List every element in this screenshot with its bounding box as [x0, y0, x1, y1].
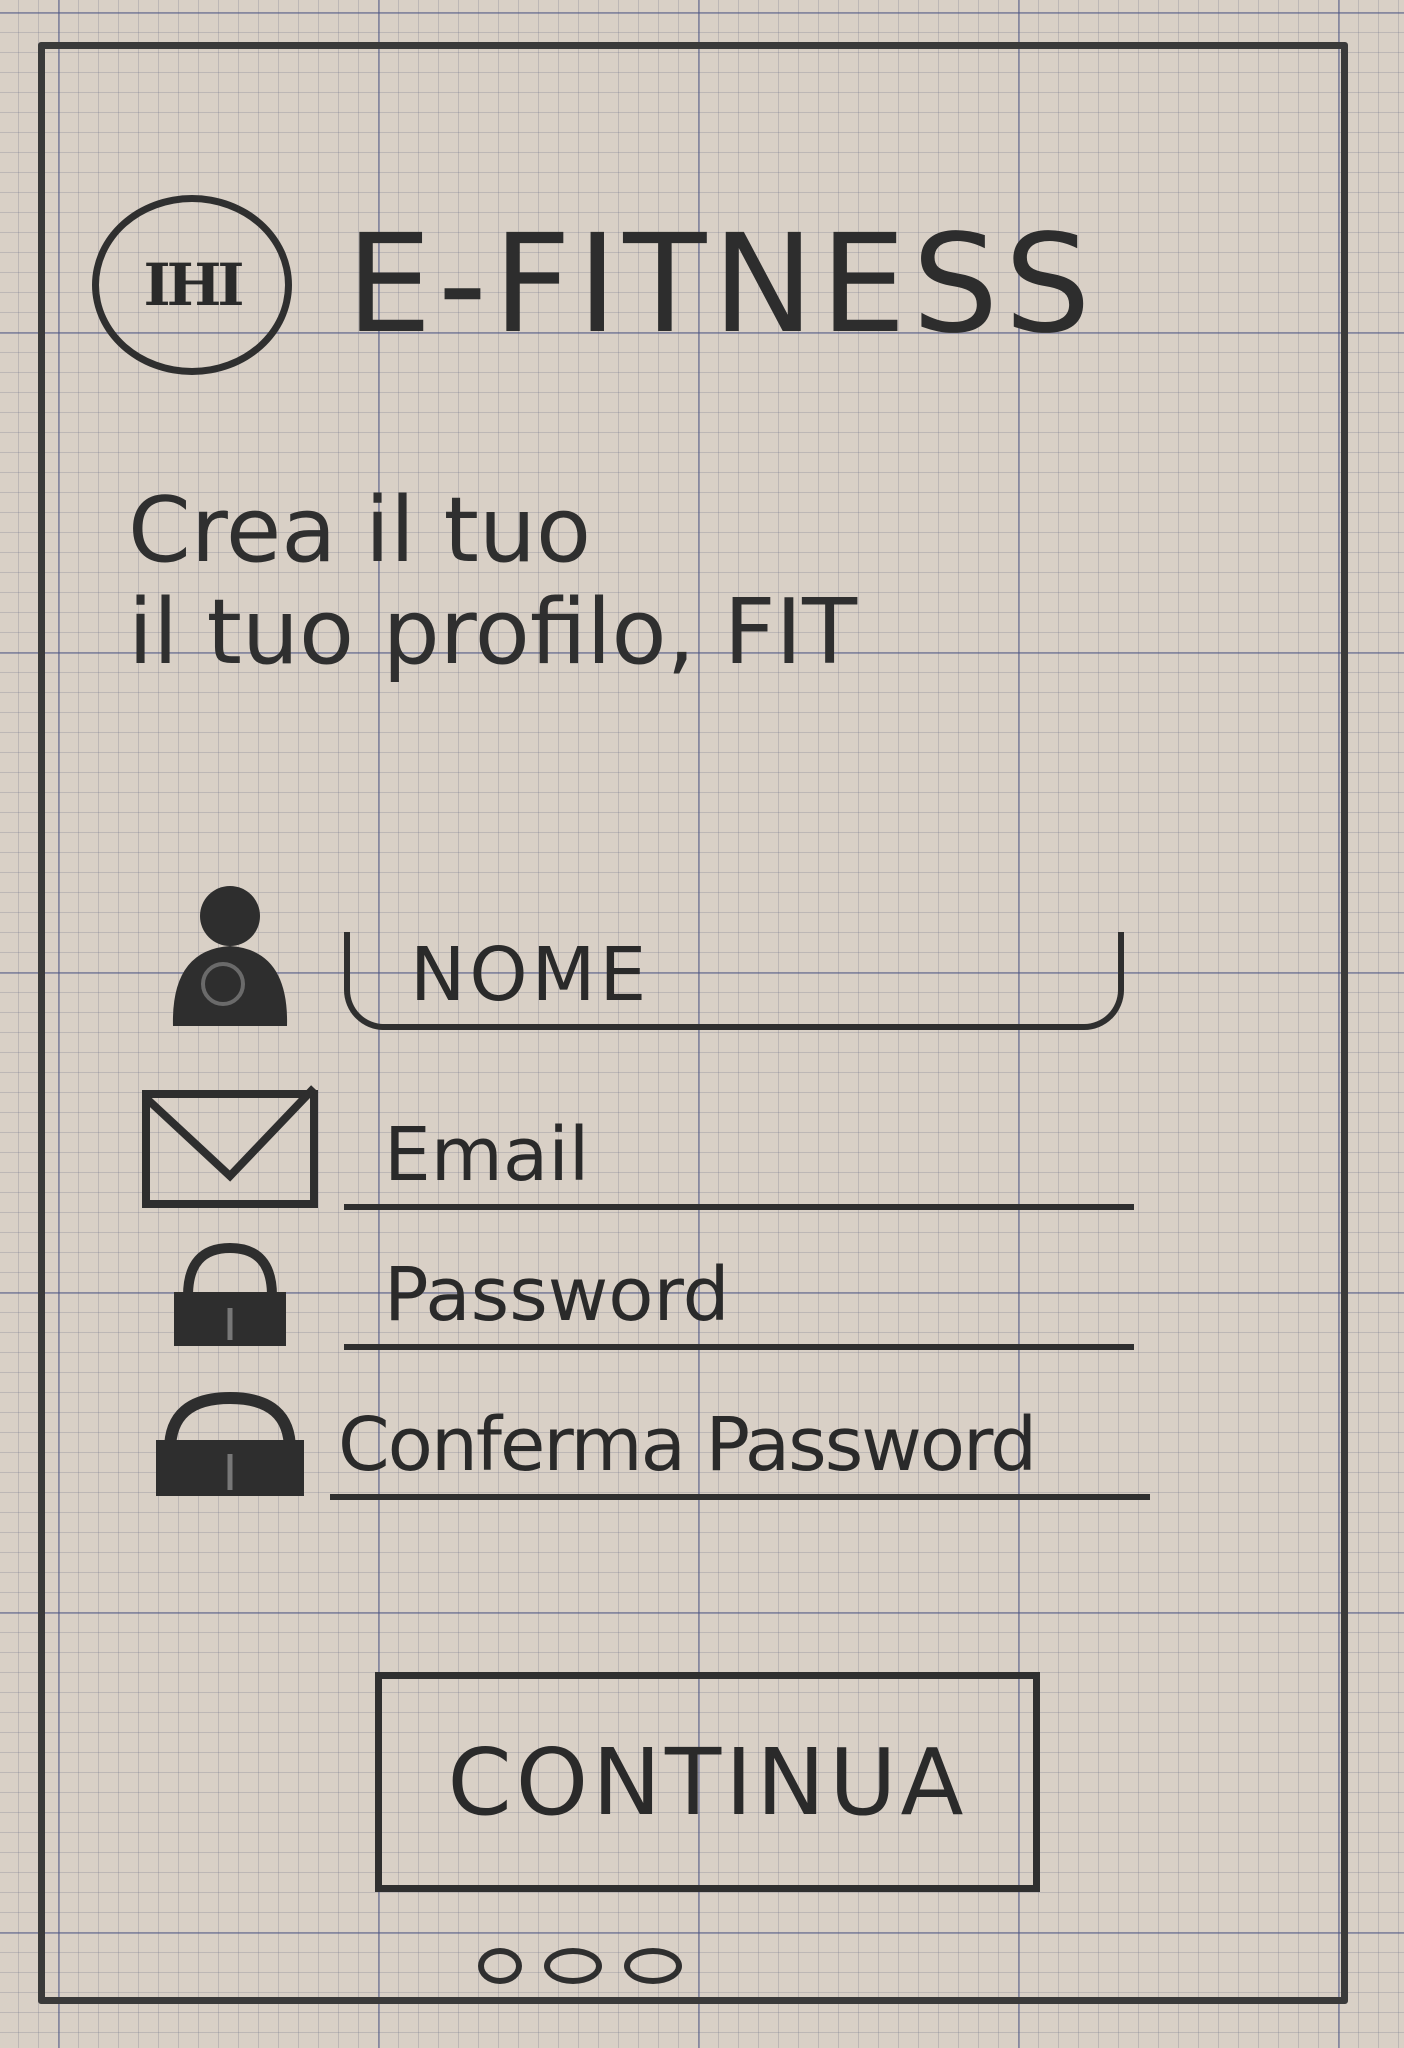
app-logo: IHI — [92, 195, 292, 375]
page-dot[interactable] — [544, 1948, 602, 1984]
email-field-row: Email — [140, 1080, 1134, 1210]
page-dot[interactable] — [478, 1948, 522, 1984]
page-dot[interactable] — [624, 1948, 682, 1984]
password-field-row: Password — [140, 1240, 1134, 1350]
confirm-password-input[interactable]: Conferma Password — [330, 1402, 1150, 1500]
app-title: E-FITNESS — [346, 206, 1097, 364]
page-indicator — [478, 1948, 682, 1984]
lock-icon — [140, 1390, 320, 1500]
name-field-row: NOME — [140, 880, 1124, 1030]
user-icon — [140, 880, 320, 1030]
continue-button[interactable]: CONTINUA — [375, 1672, 1040, 1892]
name-input[interactable]: NOME — [344, 932, 1124, 1030]
app-header: IHI E-FITNESS — [92, 195, 1097, 375]
headline-line-2: il tuo profilo, FIT — [128, 580, 858, 685]
confirm-password-field-row: Conferma Password — [140, 1390, 1150, 1500]
page-headline: Crea il tuo il tuo profilo, FIT — [128, 480, 857, 684]
lock-icon — [140, 1240, 320, 1350]
envelope-icon — [140, 1080, 320, 1210]
email-input[interactable]: Email — [344, 1112, 1134, 1210]
headline-line-1: Crea il tuo — [128, 478, 592, 583]
password-input[interactable]: Password — [344, 1252, 1134, 1350]
